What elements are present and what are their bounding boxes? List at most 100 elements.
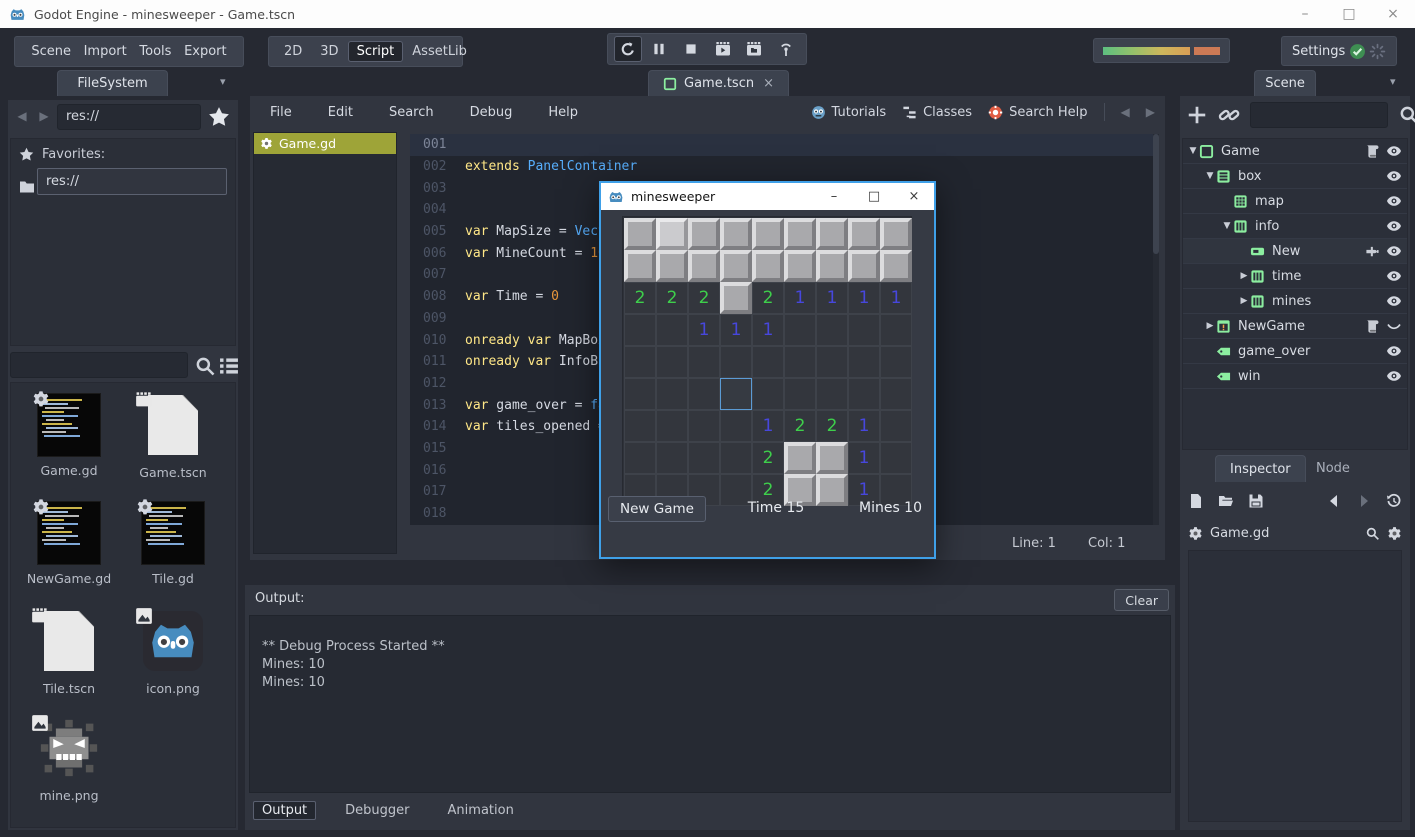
stop-button[interactable] <box>677 36 705 62</box>
tree-node-mines[interactable]: ▶mines <box>1183 289 1407 314</box>
cell-number-1[interactable]: 1 <box>816 282 848 314</box>
cell-number-2[interactable]: 2 <box>688 282 720 314</box>
cell-unopened-tile[interactable] <box>816 250 848 282</box>
cell-opened-blank[interactable] <box>624 378 656 410</box>
script-icon[interactable] <box>1365 144 1380 159</box>
menu-scene[interactable]: Scene <box>25 42 77 61</box>
cell-opened-blank[interactable] <box>784 378 816 410</box>
add-node-icon[interactable] <box>1186 104 1208 126</box>
script-icon[interactable] <box>1365 319 1380 334</box>
tree-node-info[interactable]: ▼info <box>1183 214 1407 239</box>
cell-number-1[interactable]: 1 <box>880 282 912 314</box>
visibility-eye-icon[interactable] <box>1386 243 1402 259</box>
left-dock-menu-arrow-icon[interactable]: ▾ <box>220 75 226 88</box>
cell-unopened-tile[interactable] <box>752 218 784 250</box>
cell-opened-blank[interactable] <box>656 378 688 410</box>
tree-expand-arrow-icon[interactable]: ▶ <box>1238 271 1250 281</box>
clear-button[interactable]: Clear <box>1114 589 1169 611</box>
tab-inspector[interactable]: Inspector <box>1215 455 1306 482</box>
cell-opened-blank[interactable] <box>656 314 688 346</box>
cell-opened-blank[interactable] <box>880 346 912 378</box>
bottom-tab-debugger[interactable]: Debugger <box>336 801 418 820</box>
cell-number-2[interactable]: 2 <box>656 282 688 314</box>
script-forward-icon[interactable]: ▶ <box>1146 105 1155 119</box>
cell-opened-blank[interactable] <box>880 314 912 346</box>
cell-opened-blank[interactable] <box>816 378 848 410</box>
replay-button[interactable] <box>614 36 642 62</box>
visibility-hidden-icon[interactable] <box>1386 318 1402 334</box>
scene-filter-input[interactable] <box>1250 102 1388 128</box>
back-icon[interactable] <box>1326 493 1342 509</box>
close-button[interactable]: × <box>1371 0 1415 28</box>
help-link-classes[interactable]: Classes <box>902 105 972 120</box>
cell-number-1[interactable]: 1 <box>688 314 720 346</box>
mode-tab-script[interactable]: Script <box>348 41 404 62</box>
minesweeper-maximize-button[interactable]: □ <box>854 183 894 210</box>
current-path-field[interactable]: res:// <box>57 104 201 130</box>
cell-opened-blank[interactable] <box>656 346 688 378</box>
cell-opened-blank[interactable] <box>752 346 784 378</box>
menu-export[interactable]: Export <box>178 42 233 61</box>
play-custom-scene-button[interactable] <box>740 36 768 62</box>
open-script-game-gd[interactable]: Game.gd <box>254 133 396 154</box>
filesystem-search-input[interactable] <box>10 352 188 378</box>
cell-opened-blank[interactable] <box>784 346 816 378</box>
minesweeper-close-button[interactable]: × <box>894 183 934 210</box>
file-item-game-gd[interactable]: Game.gd <box>19 393 119 478</box>
cell-focused[interactable] <box>720 378 752 410</box>
cell-unopened-tile-hover[interactable] <box>656 218 688 250</box>
cell-opened-blank[interactable] <box>624 442 656 474</box>
cell-opened-blank[interactable] <box>880 410 912 442</box>
cell-opened-blank[interactable] <box>784 314 816 346</box>
cell-unopened-tile[interactable] <box>656 250 688 282</box>
cell-unopened-tile[interactable] <box>784 250 816 282</box>
tree-node-map[interactable]: map <box>1183 189 1407 214</box>
cell-number-2[interactable]: 2 <box>624 282 656 314</box>
cell-opened-blank[interactable] <box>656 410 688 442</box>
file-item-icon-png[interactable]: icon.png <box>123 609 223 696</box>
cell-unopened-tile[interactable] <box>848 218 880 250</box>
minesweeper-minimize-button[interactable]: – <box>814 183 854 210</box>
load-resource-icon[interactable] <box>1218 493 1234 509</box>
cell-unopened-tile[interactable] <box>720 250 752 282</box>
history-forward-icon[interactable]: ▶ <box>34 109 54 123</box>
minimize-button[interactable]: – <box>1283 0 1327 28</box>
history-back-icon[interactable]: ◀ <box>12 109 32 123</box>
file-item-mine-png[interactable]: mine.png <box>19 716 119 803</box>
tab-filesystem[interactable]: FileSystem <box>57 70 168 96</box>
cell-opened-blank[interactable] <box>688 410 720 442</box>
minesweeper-titlebar[interactable]: minesweeper –□× <box>601 183 934 210</box>
history-icon[interactable] <box>1386 493 1402 509</box>
tree-node-win[interactable]: win <box>1183 364 1407 389</box>
visibility-eye-icon[interactable] <box>1386 143 1402 159</box>
mode-tab-3d[interactable]: 3D <box>311 41 347 62</box>
search-icon[interactable] <box>194 355 216 377</box>
new-game-button[interactable]: New Game <box>608 496 706 522</box>
cell-opened-blank[interactable] <box>752 378 784 410</box>
right-dock-menu-arrow-icon[interactable]: ▾ <box>1390 75 1396 88</box>
cell-number-2[interactable]: 2 <box>816 410 848 442</box>
help-link-search-help[interactable]: Search Help <box>988 105 1087 120</box>
menu-import[interactable]: Import <box>78 42 133 61</box>
tree-node-new[interactable]: New <box>1183 239 1407 264</box>
cell-opened-blank[interactable] <box>816 314 848 346</box>
cell-number-1[interactable]: 1 <box>848 410 880 442</box>
tree-collapse-arrow-icon[interactable]: ▼ <box>1204 171 1216 181</box>
script-menu-search[interactable]: Search <box>383 103 440 122</box>
cell-unopened-tile[interactable] <box>624 250 656 282</box>
cell-unopened-tile[interactable] <box>720 282 752 314</box>
tree-collapse-arrow-icon[interactable]: ▼ <box>1221 221 1233 231</box>
cell-number-1[interactable]: 1 <box>848 282 880 314</box>
tab-game-tscn[interactable]: Game.tscn × <box>648 70 789 96</box>
code-scrollbar[interactable] <box>1153 134 1159 525</box>
forward-icon[interactable] <box>1356 493 1372 509</box>
cell-unopened-tile[interactable] <box>752 250 784 282</box>
cell-number-2[interactable]: 2 <box>752 282 784 314</box>
favorite-star-icon[interactable] <box>207 106 231 128</box>
tree-node-game_over[interactable]: game_over <box>1183 339 1407 364</box>
play-scene-button[interactable] <box>709 36 737 62</box>
cell-opened-blank[interactable] <box>720 410 752 442</box>
visibility-eye-icon[interactable] <box>1386 293 1402 309</box>
cell-unopened-tile[interactable] <box>624 218 656 250</box>
maximize-button[interactable]: □ <box>1327 0 1371 28</box>
